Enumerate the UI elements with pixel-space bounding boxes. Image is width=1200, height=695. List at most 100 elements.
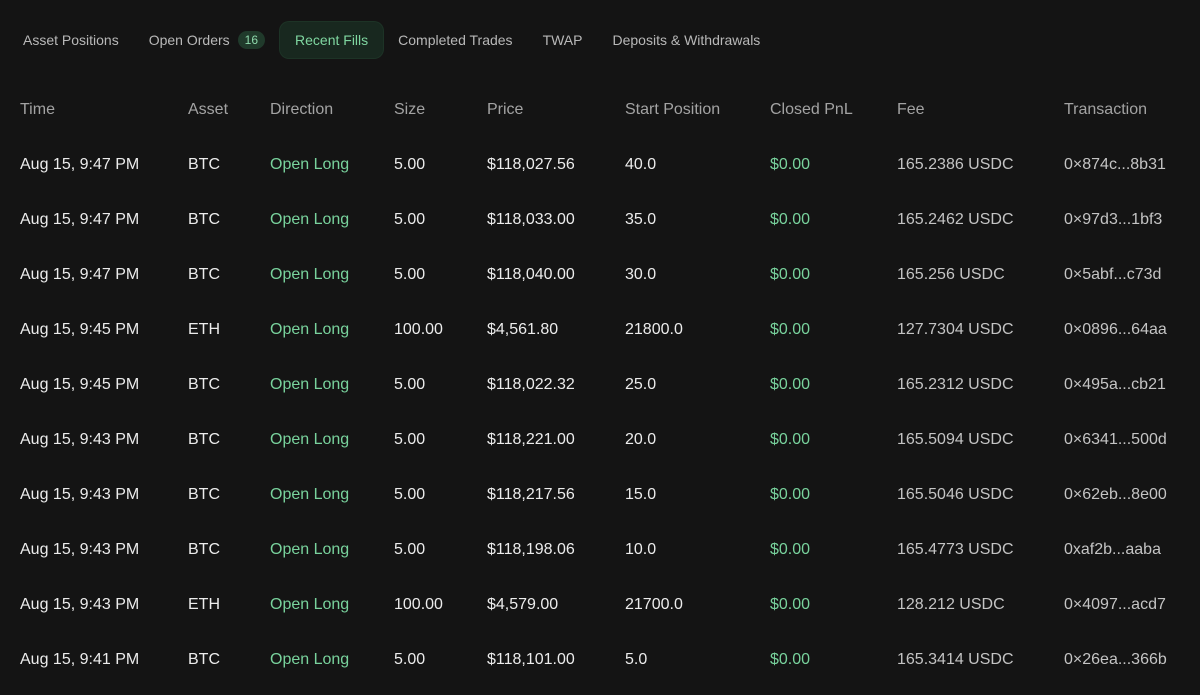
price-cell: $4,579.00 <box>487 595 559 613</box>
asset-cell: BTC <box>188 265 220 283</box>
time-cell: Aug 15, 9:45 PM <box>20 320 140 338</box>
direction-cell: Open Long <box>270 485 350 503</box>
closed-pnl-cell: $0.00 <box>770 320 811 338</box>
column-header-start-position[interactable]: Start Position <box>625 82 770 137</box>
price-cell: $118,198.06 <box>487 540 575 558</box>
price-cell: $118,022.32 <box>487 375 575 393</box>
direction-cell: Open Long <box>270 430 350 448</box>
start-position-cell: 21800.0 <box>625 320 683 338</box>
table-row: Aug 15, 9:43 PM BTC Open Long 5.00 $118,221.… <box>0 412 1200 467</box>
fee-cell: 127.7304 USDC <box>897 320 1014 338</box>
start-position-cell: 21700.0 <box>625 595 683 613</box>
closed-pnl-cell: $0.00 <box>770 210 811 228</box>
column-header-transaction[interactable]: Transaction <box>1064 82 1200 137</box>
table-row: Aug 15, 9:47 PM BTC Open Long 5.00 $118,033.… <box>0 192 1200 247</box>
column-header-time[interactable]: Time <box>0 82 188 137</box>
fee-cell: 165.2312 USDC <box>897 375 1014 393</box>
column-header-fee[interactable]: Fee <box>897 82 1064 137</box>
size-cell: 5.00 <box>394 430 426 448</box>
fee-cell: 165.5094 USDC <box>897 430 1014 448</box>
time-cell: Aug 15, 9:43 PM <box>20 430 140 448</box>
tab-twap[interactable]: TWAP <box>528 22 598 58</box>
transaction-link[interactable]: 0×874c...8b31 <box>1064 137 1200 192</box>
transaction-link[interactable]: 0×62eb...8e00 <box>1064 467 1200 522</box>
column-header-asset[interactable]: Asset <box>188 82 270 137</box>
transaction-link[interactable]: 0×495a...cb21 <box>1064 357 1200 412</box>
table-header: Time Asset Direction Size Price Start Po… <box>0 82 1200 137</box>
transaction-link[interactable]: 0×97d3...1bf3 <box>1064 192 1200 247</box>
column-header-price[interactable]: Price <box>487 82 625 137</box>
price-cell: $4,561.80 <box>487 320 559 338</box>
size-cell: 5.00 <box>394 540 426 558</box>
asset-cell: ETH <box>188 320 220 338</box>
start-position-cell: 20.0 <box>625 430 657 448</box>
transaction-link[interactable]: 0×0896...64aa <box>1064 302 1200 357</box>
transaction-link[interactable]: 0×5abf...c73d <box>1064 247 1200 302</box>
table-body: Aug 15, 9:47 PM BTC Open Long 5.00 $118,027.… <box>0 137 1200 687</box>
start-position-cell: 40.0 <box>625 155 657 173</box>
direction-cell: Open Long <box>270 265 350 283</box>
direction-cell: Open Long <box>270 595 350 613</box>
column-header-closed-pnl[interactable]: Closed PnL <box>770 82 897 137</box>
price-cell: $118,040.00 <box>487 265 575 283</box>
tab-recent-fills[interactable]: Recent Fills <box>280 22 384 58</box>
tab-completed-trades[interactable]: Completed Trades <box>383 22 527 58</box>
direction-cell: Open Long <box>270 650 350 668</box>
tab-label: TWAP <box>542 32 583 48</box>
tab-bar: Asset Positions Open Orders 16 Recent Fil… <box>8 22 775 58</box>
fee-cell: 165.256 USDC <box>897 265 1005 283</box>
table-row: Aug 15, 9:41 PM BTC Open Long 5.00 $118,101.… <box>0 632 1200 687</box>
column-header-direction[interactable]: Direction <box>270 82 394 137</box>
fee-cell: 165.2386 USDC <box>897 155 1014 173</box>
tab-deposits-withdrawals[interactable]: Deposits & Withdrawals <box>597 22 775 58</box>
transaction-link[interactable]: 0×26ea...366b <box>1064 632 1200 687</box>
asset-cell: ETH <box>188 595 220 613</box>
table-row: Aug 15, 9:43 PM ETH Open Long 100.00 $4,579.… <box>0 577 1200 632</box>
asset-cell: BTC <box>188 430 220 448</box>
time-cell: Aug 15, 9:47 PM <box>20 265 140 283</box>
time-cell: Aug 15, 9:43 PM <box>20 485 140 503</box>
start-position-cell: 10.0 <box>625 540 657 558</box>
size-cell: 100.00 <box>394 320 443 338</box>
tab-asset-positions[interactable]: Asset Positions <box>8 22 134 58</box>
size-cell: 5.00 <box>394 265 426 283</box>
size-cell: 5.00 <box>394 375 426 393</box>
start-position-cell: 30.0 <box>625 265 657 283</box>
tab-label: Open Orders <box>148 32 230 48</box>
fee-cell: 128.212 USDC <box>897 595 1005 613</box>
fee-cell: 165.2462 USDC <box>897 210 1014 228</box>
fee-cell: 165.4773 USDC <box>897 540 1014 558</box>
closed-pnl-cell: $0.00 <box>770 485 811 503</box>
tab-label: Completed Trades <box>398 32 513 48</box>
table-row: Aug 15, 9:43 PM BTC Open Long 5.00 $118,217.… <box>0 467 1200 522</box>
column-header-size[interactable]: Size <box>394 82 487 137</box>
size-cell: 5.00 <box>394 210 426 228</box>
start-position-cell: 15.0 <box>625 485 657 503</box>
transaction-link[interactable]: 0×4097...acd7 <box>1064 577 1200 632</box>
time-cell: Aug 15, 9:47 PM <box>20 210 140 228</box>
table-row: Aug 15, 9:45 PM BTC Open Long 5.00 $118,022.… <box>0 357 1200 412</box>
table-row: Aug 15, 9:47 PM BTC Open Long 5.00 $118,040.… <box>0 247 1200 302</box>
closed-pnl-cell: $0.00 <box>770 265 811 283</box>
asset-cell: BTC <box>188 375 220 393</box>
tab-label: Recent Fills <box>295 32 369 48</box>
closed-pnl-cell: $0.00 <box>770 430 811 448</box>
tab-label: Asset Positions <box>23 32 119 48</box>
table-row: Aug 15, 9:47 PM BTC Open Long 5.00 $118,027.… <box>0 137 1200 192</box>
open-orders-count-badge: 16 <box>237 31 266 49</box>
price-cell: $118,101.00 <box>487 650 575 668</box>
size-cell: 5.00 <box>394 650 426 668</box>
transaction-link[interactable]: 0xaf2b...aaba <box>1064 522 1200 577</box>
time-cell: Aug 15, 9:43 PM <box>20 595 140 613</box>
transaction-link[interactable]: 0×6341...500d <box>1064 412 1200 467</box>
direction-cell: Open Long <box>270 320 350 338</box>
direction-cell: Open Long <box>270 540 350 558</box>
start-position-cell: 25.0 <box>625 375 657 393</box>
asset-cell: BTC <box>188 540 220 558</box>
asset-cell: BTC <box>188 210 220 228</box>
closed-pnl-cell: $0.00 <box>770 375 811 393</box>
closed-pnl-cell: $0.00 <box>770 595 811 613</box>
price-cell: $118,221.00 <box>487 430 575 448</box>
tab-open-orders[interactable]: Open Orders 16 <box>134 22 280 58</box>
closed-pnl-cell: $0.00 <box>770 650 811 668</box>
